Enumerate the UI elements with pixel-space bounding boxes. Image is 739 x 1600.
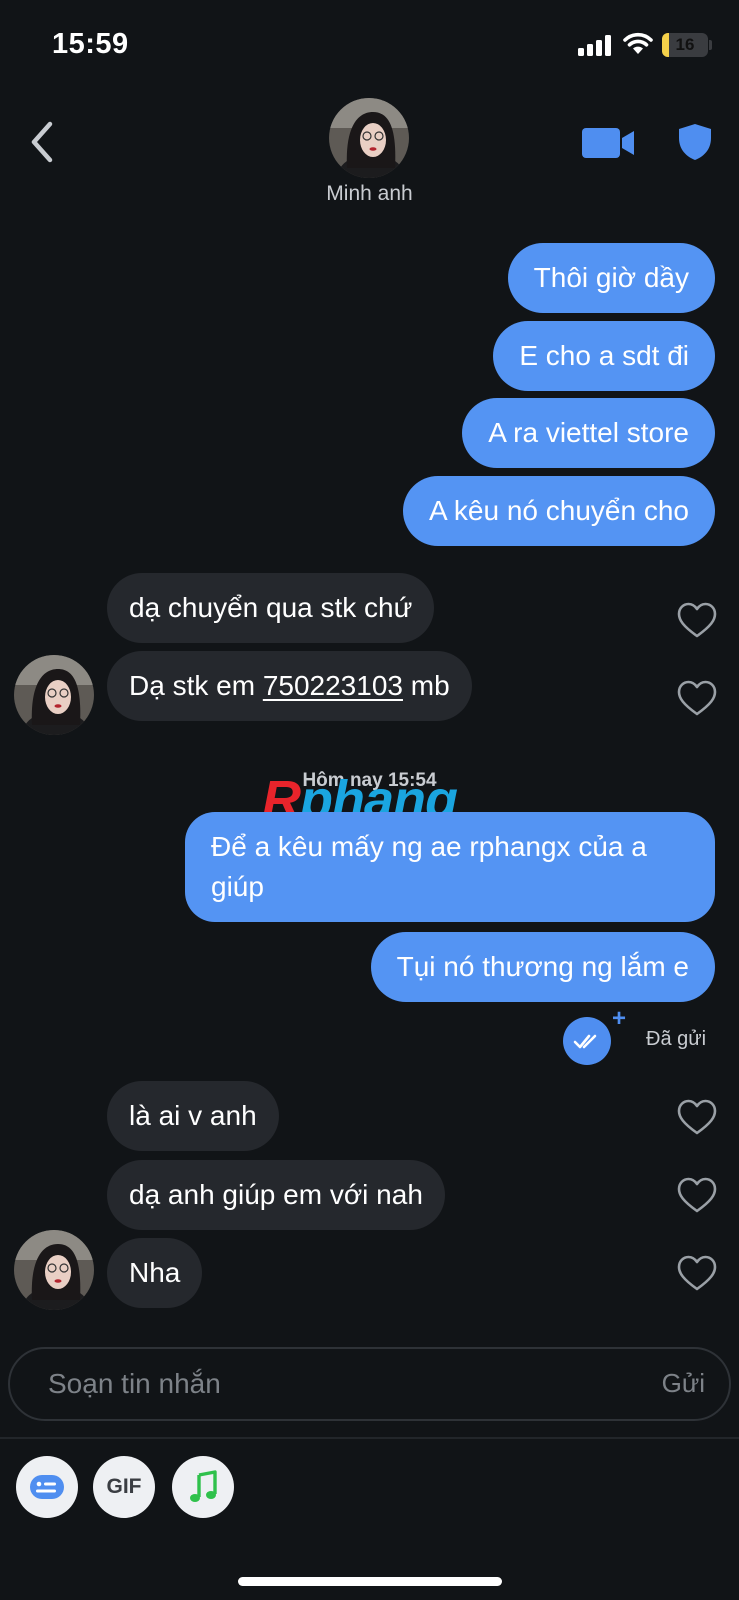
message-text: Dạ stk em [129,670,263,701]
music-button[interactable] [172,1456,234,1518]
outgoing-message[interactable]: Tụi nó thương ng lắm e [370,932,715,1002]
message-text: mb [402,670,450,701]
heart-icon[interactable] [677,1255,717,1293]
incoming-message[interactable]: là ai v anh [107,1081,279,1151]
contact-avatar-small[interactable] [14,655,94,735]
chat-header: Minh anh [0,90,739,220]
battery-level: 16 [675,35,695,54]
status-bar: 15:59 16 [0,0,739,90]
video-call-icon[interactable] [582,126,636,160]
wifi-icon [623,32,653,54]
sticker-button[interactable] [16,1456,78,1518]
heart-icon[interactable] [677,1099,717,1137]
gif-button[interactable]: GIF [93,1456,155,1518]
back-icon[interactable] [26,118,62,166]
battery-icon: 16 [662,33,708,57]
signal-icon [578,34,614,56]
contact-name: Minh anh [326,182,413,205]
outgoing-message[interactable]: A kêu nó chuyển cho [403,476,715,546]
incoming-message[interactable]: Dạ stk em 750223103 mb [107,651,472,721]
outgoing-message[interactable]: A ra viettel store [462,398,715,468]
music-note-icon [190,1470,217,1502]
message-composer: Gửi [8,1347,731,1421]
send-button[interactable]: Gửi [662,1368,705,1399]
double-check-icon [563,1017,611,1065]
outgoing-message[interactable]: Thôi giờ dầy [507,243,715,313]
status-time: 15:59 [52,28,129,60]
contact-avatar-small[interactable] [14,1230,94,1310]
add-reaction-icon[interactable]: + [612,1007,626,1031]
incoming-message[interactable]: dạ anh giúp em với nah [107,1160,445,1230]
heart-icon[interactable] [677,602,717,640]
gif-label: GIF [106,1475,142,1498]
outgoing-message[interactable]: E cho a sdt đi [493,321,715,391]
incoming-message[interactable]: dạ chuyển qua stk chứ [107,573,435,643]
account-number-link[interactable]: 750223103 [263,670,403,701]
heart-icon[interactable] [677,680,717,718]
heart-icon[interactable] [677,1177,717,1215]
sticker-icon [30,1475,64,1499]
toolbar-divider [0,1437,739,1439]
outgoing-message[interactable]: Để a kêu mấy ng ae rphangx của a giúp [185,812,715,922]
incoming-message[interactable]: Nha [107,1238,203,1308]
sent-status: Đã gửi [646,1028,707,1050]
contact-avatar[interactable] [329,98,409,178]
home-indicator[interactable] [238,1577,502,1586]
message-input[interactable] [48,1361,608,1407]
shield-icon[interactable] [677,122,713,162]
battery-tip [709,40,712,50]
